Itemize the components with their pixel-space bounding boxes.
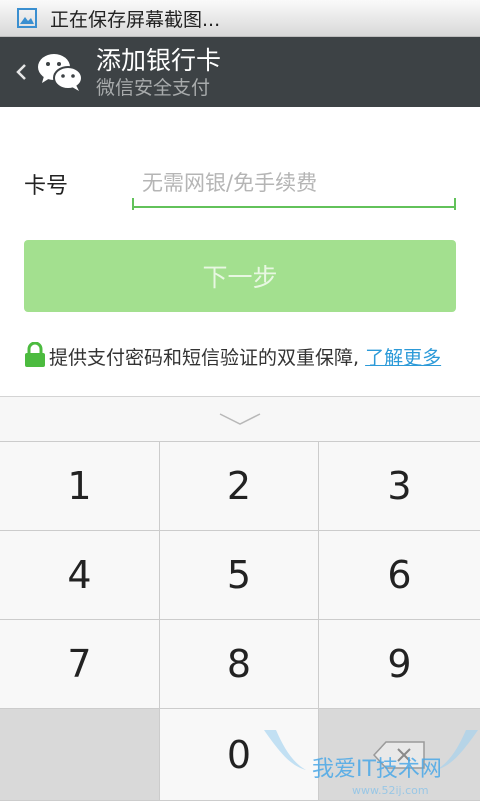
key-1[interactable]: 1 — [0, 442, 160, 531]
screenshot-icon — [17, 8, 37, 28]
next-step-button[interactable]: 下一步 — [24, 240, 456, 312]
keyboard-collapse-button[interactable] — [0, 397, 480, 442]
numeric-keyboard: 1 2 3 4 5 6 7 8 9 0 — [0, 396, 480, 801]
keypad-grid: 1 2 3 4 5 6 7 8 9 0 — [0, 442, 480, 801]
security-notice-text: 提供支付密码和短信验证的双重保障, — [49, 347, 360, 369]
chevron-left-icon — [16, 64, 26, 80]
backspace-icon — [372, 740, 425, 769]
app-header: 添加银行卡 微信安全支付 — [0, 37, 480, 107]
key-2[interactable]: 2 — [160, 442, 319, 531]
wechat-logo-icon — [38, 54, 83, 91]
delete-key[interactable] — [319, 709, 480, 801]
key-4[interactable]: 4 — [0, 531, 160, 620]
status-bar: 正在保存屏幕截图... — [0, 0, 480, 37]
page-title: 添加银行卡 — [96, 45, 222, 75]
key-blank — [0, 709, 160, 801]
page-subtitle: 微信安全支付 — [96, 76, 211, 99]
card-number-label: 卡号 — [24, 174, 69, 199]
learn-more-link[interactable]: 了解更多 — [365, 347, 441, 369]
chevron-down-icon — [219, 413, 261, 425]
card-number-input[interactable] — [132, 160, 456, 208]
back-button[interactable] — [6, 37, 36, 107]
key-8[interactable]: 8 — [160, 620, 319, 709]
key-5[interactable]: 5 — [160, 531, 319, 620]
key-0[interactable]: 0 — [160, 709, 319, 801]
security-notice: 提供支付密码和短信验证的双重保障, 了解更多 — [24, 342, 454, 371]
key-3[interactable]: 3 — [319, 442, 480, 531]
card-number-row: 卡号 — [24, 160, 456, 210]
lock-icon — [25, 342, 45, 367]
key-7[interactable]: 7 — [0, 620, 160, 709]
status-text: 正在保存屏幕截图... — [50, 8, 221, 31]
key-6[interactable]: 6 — [319, 531, 480, 620]
input-border-left — [132, 198, 134, 210]
key-9[interactable]: 9 — [319, 620, 480, 709]
input-border-right — [454, 198, 456, 210]
